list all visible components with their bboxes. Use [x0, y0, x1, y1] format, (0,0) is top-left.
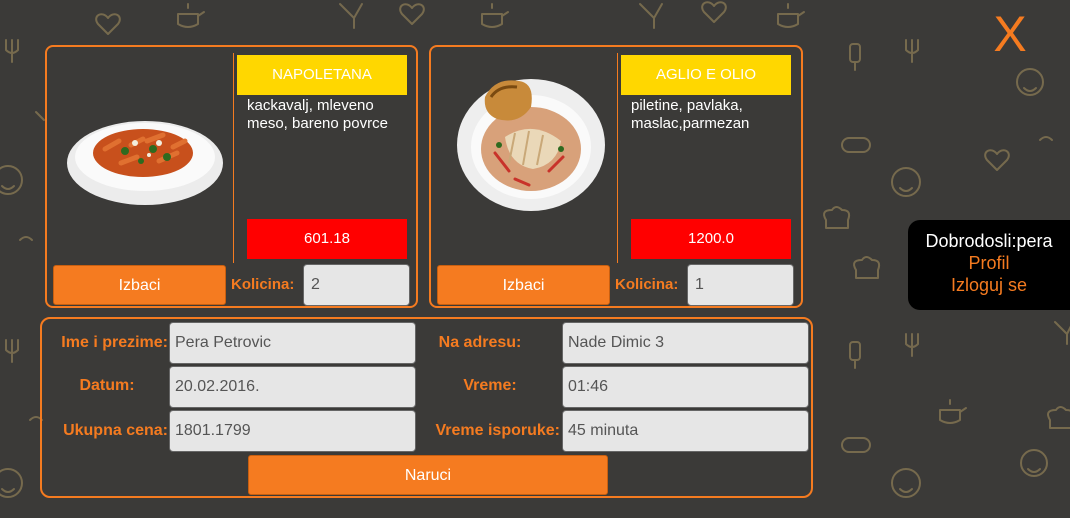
- card-divider: [617, 53, 618, 263]
- total-price-label: Ukupna cena:: [63, 422, 168, 439]
- date-field[interactable]: [169, 366, 416, 408]
- chicken-pasta-image: [439, 53, 614, 258]
- quantity-label: Kolicina:: [231, 276, 295, 293]
- profile-link[interactable]: Profil: [908, 252, 1070, 274]
- order-form: Ime i prezime: Na adresu: Datum: Vreme: …: [40, 317, 813, 498]
- quantity-input[interactable]: [303, 264, 410, 306]
- time-label: Vreme:: [463, 377, 517, 394]
- address-field[interactable]: [562, 322, 809, 364]
- name-label: Ime i prezime:: [61, 334, 168, 351]
- welcome-text: Dobrodosli:pera: [925, 231, 1053, 251]
- item-price: 1200.0: [631, 219, 791, 259]
- item-description: kackavalj, mleveno meso, bareno povrce: [247, 97, 388, 132]
- item-price: 601.18: [247, 219, 407, 259]
- quantity-label: Kolicina:: [615, 276, 679, 293]
- cart-item-card: AGLIO E OLIO piletine, pavlaka, maslac,p…: [429, 45, 803, 308]
- card-divider: [233, 53, 234, 263]
- remove-item-button[interactable]: Izbaci: [437, 265, 610, 305]
- date-label: Datum:: [79, 377, 135, 394]
- item-description: piletine, pavlaka, maslac,parmezan: [631, 97, 750, 132]
- close-x-icon[interactable]: X: [988, 8, 1032, 60]
- logout-link[interactable]: Izloguj se: [908, 274, 1070, 296]
- user-panel: Dobrodosli:pera Profil Izloguj se: [908, 220, 1070, 310]
- name-field[interactable]: [169, 322, 416, 364]
- delivery-time-label: Vreme isporuke:: [435, 422, 561, 439]
- delivery-time-field[interactable]: [562, 410, 809, 452]
- cart-item-card: NAPOLETANA kackavalj, mleveno meso, bare…: [45, 45, 418, 308]
- item-title: NAPOLETANA: [237, 55, 407, 95]
- order-button[interactable]: Naruci: [248, 455, 608, 495]
- penne-pasta-image: [55, 53, 230, 258]
- time-field[interactable]: [562, 366, 809, 408]
- total-price-field[interactable]: [169, 410, 416, 452]
- remove-item-button[interactable]: Izbaci: [53, 265, 226, 305]
- quantity-input[interactable]: [687, 264, 794, 306]
- item-title: AGLIO E OLIO: [621, 55, 791, 95]
- address-label: Na adresu:: [438, 334, 522, 351]
